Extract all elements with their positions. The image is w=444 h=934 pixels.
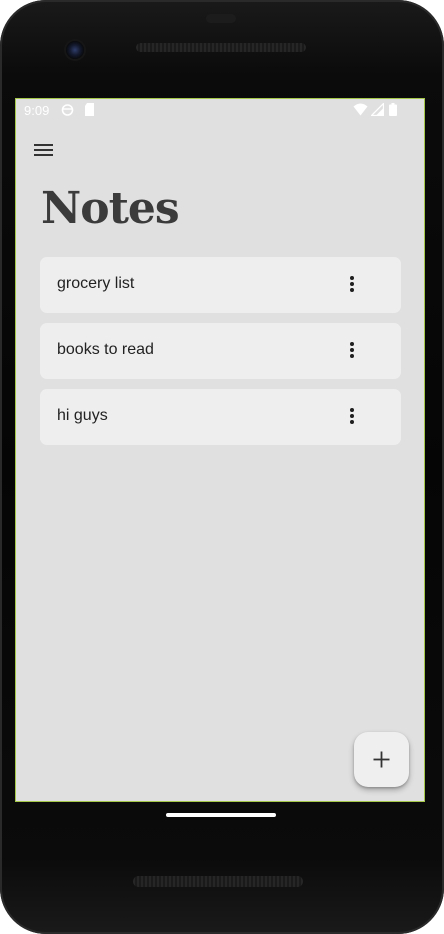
- more-vert-icon: [350, 408, 354, 424]
- top-sensor-slot: [206, 14, 236, 23]
- note-item[interactable]: grocery list: [40, 257, 401, 313]
- phone-frame: 9:09 Notes grocery list books to read hi…: [0, 0, 444, 934]
- more-vert-icon: [350, 342, 354, 358]
- navigation-menu-button[interactable]: [30, 137, 58, 165]
- page-title: Notes: [41, 183, 180, 234]
- app-screen: 9:09 Notes grocery list books to read hi…: [15, 98, 425, 802]
- alarm-icon: [61, 103, 74, 119]
- note-title: hi guys: [57, 407, 108, 424]
- wifi-icon: [353, 103, 368, 119]
- sd-card-icon: [84, 103, 95, 119]
- note-item[interactable]: hi guys: [40, 389, 401, 445]
- note-title: grocery list: [57, 275, 135, 292]
- notes-list: grocery list books to read hi guys: [40, 257, 401, 455]
- earpiece-speaker: [136, 43, 306, 52]
- note-item[interactable]: books to read: [40, 323, 401, 379]
- signal-icon: [369, 101, 385, 119]
- battery-icon: [389, 103, 397, 119]
- more-vert-icon: [350, 276, 354, 292]
- bottom-speaker-grille: [133, 876, 303, 887]
- status-time: 9:09: [24, 103, 50, 118]
- gesture-navigation-bar[interactable]: [166, 813, 276, 817]
- note-options-button[interactable]: [340, 403, 364, 431]
- front-camera: [66, 41, 84, 59]
- note-options-button[interactable]: [340, 337, 364, 365]
- plus-icon: [373, 751, 390, 768]
- add-note-button[interactable]: [354, 732, 409, 787]
- note-options-button[interactable]: [340, 271, 364, 299]
- note-title: books to read: [57, 341, 154, 358]
- hamburger-menu-icon: [34, 144, 53, 156]
- status-bar: 9:09: [16, 99, 424, 123]
